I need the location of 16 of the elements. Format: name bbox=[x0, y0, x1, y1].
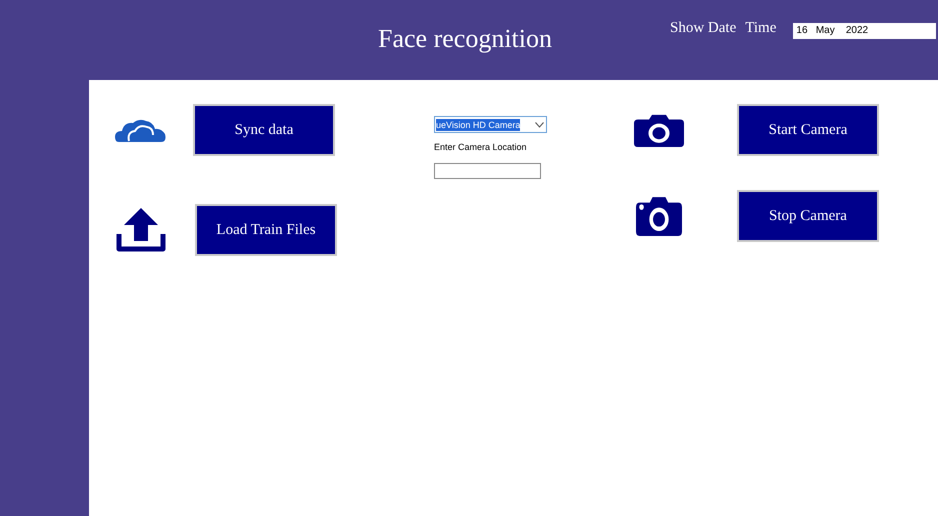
cloud-icon bbox=[115, 118, 167, 142]
camera-dropdown[interactable]: ueVision HD Camera bbox=[434, 116, 547, 133]
action-button[interactable]: Stop Camera bbox=[737, 190, 879, 242]
window-title: Face recognition bbox=[378, 24, 552, 54]
time-label: Time bbox=[745, 20, 776, 37]
action-button[interactable]: Sync data bbox=[193, 104, 335, 156]
chevron-icon bbox=[535, 122, 544, 128]
action-button[interactable]: Start Camera bbox=[737, 104, 879, 156]
upload-icon bbox=[115, 208, 167, 252]
camera-location-field[interactable] bbox=[434, 163, 541, 179]
camera-location-label: Enter Camera Location bbox=[434, 142, 528, 152]
show-date-label: Show Date bbox=[670, 20, 736, 37]
camera-icon bbox=[634, 114, 684, 146]
camera-icon bbox=[636, 196, 682, 236]
action-button[interactable]: Load Train Files bbox=[195, 204, 337, 256]
date-field[interactable]: 16 May 2022 bbox=[793, 23, 936, 39]
